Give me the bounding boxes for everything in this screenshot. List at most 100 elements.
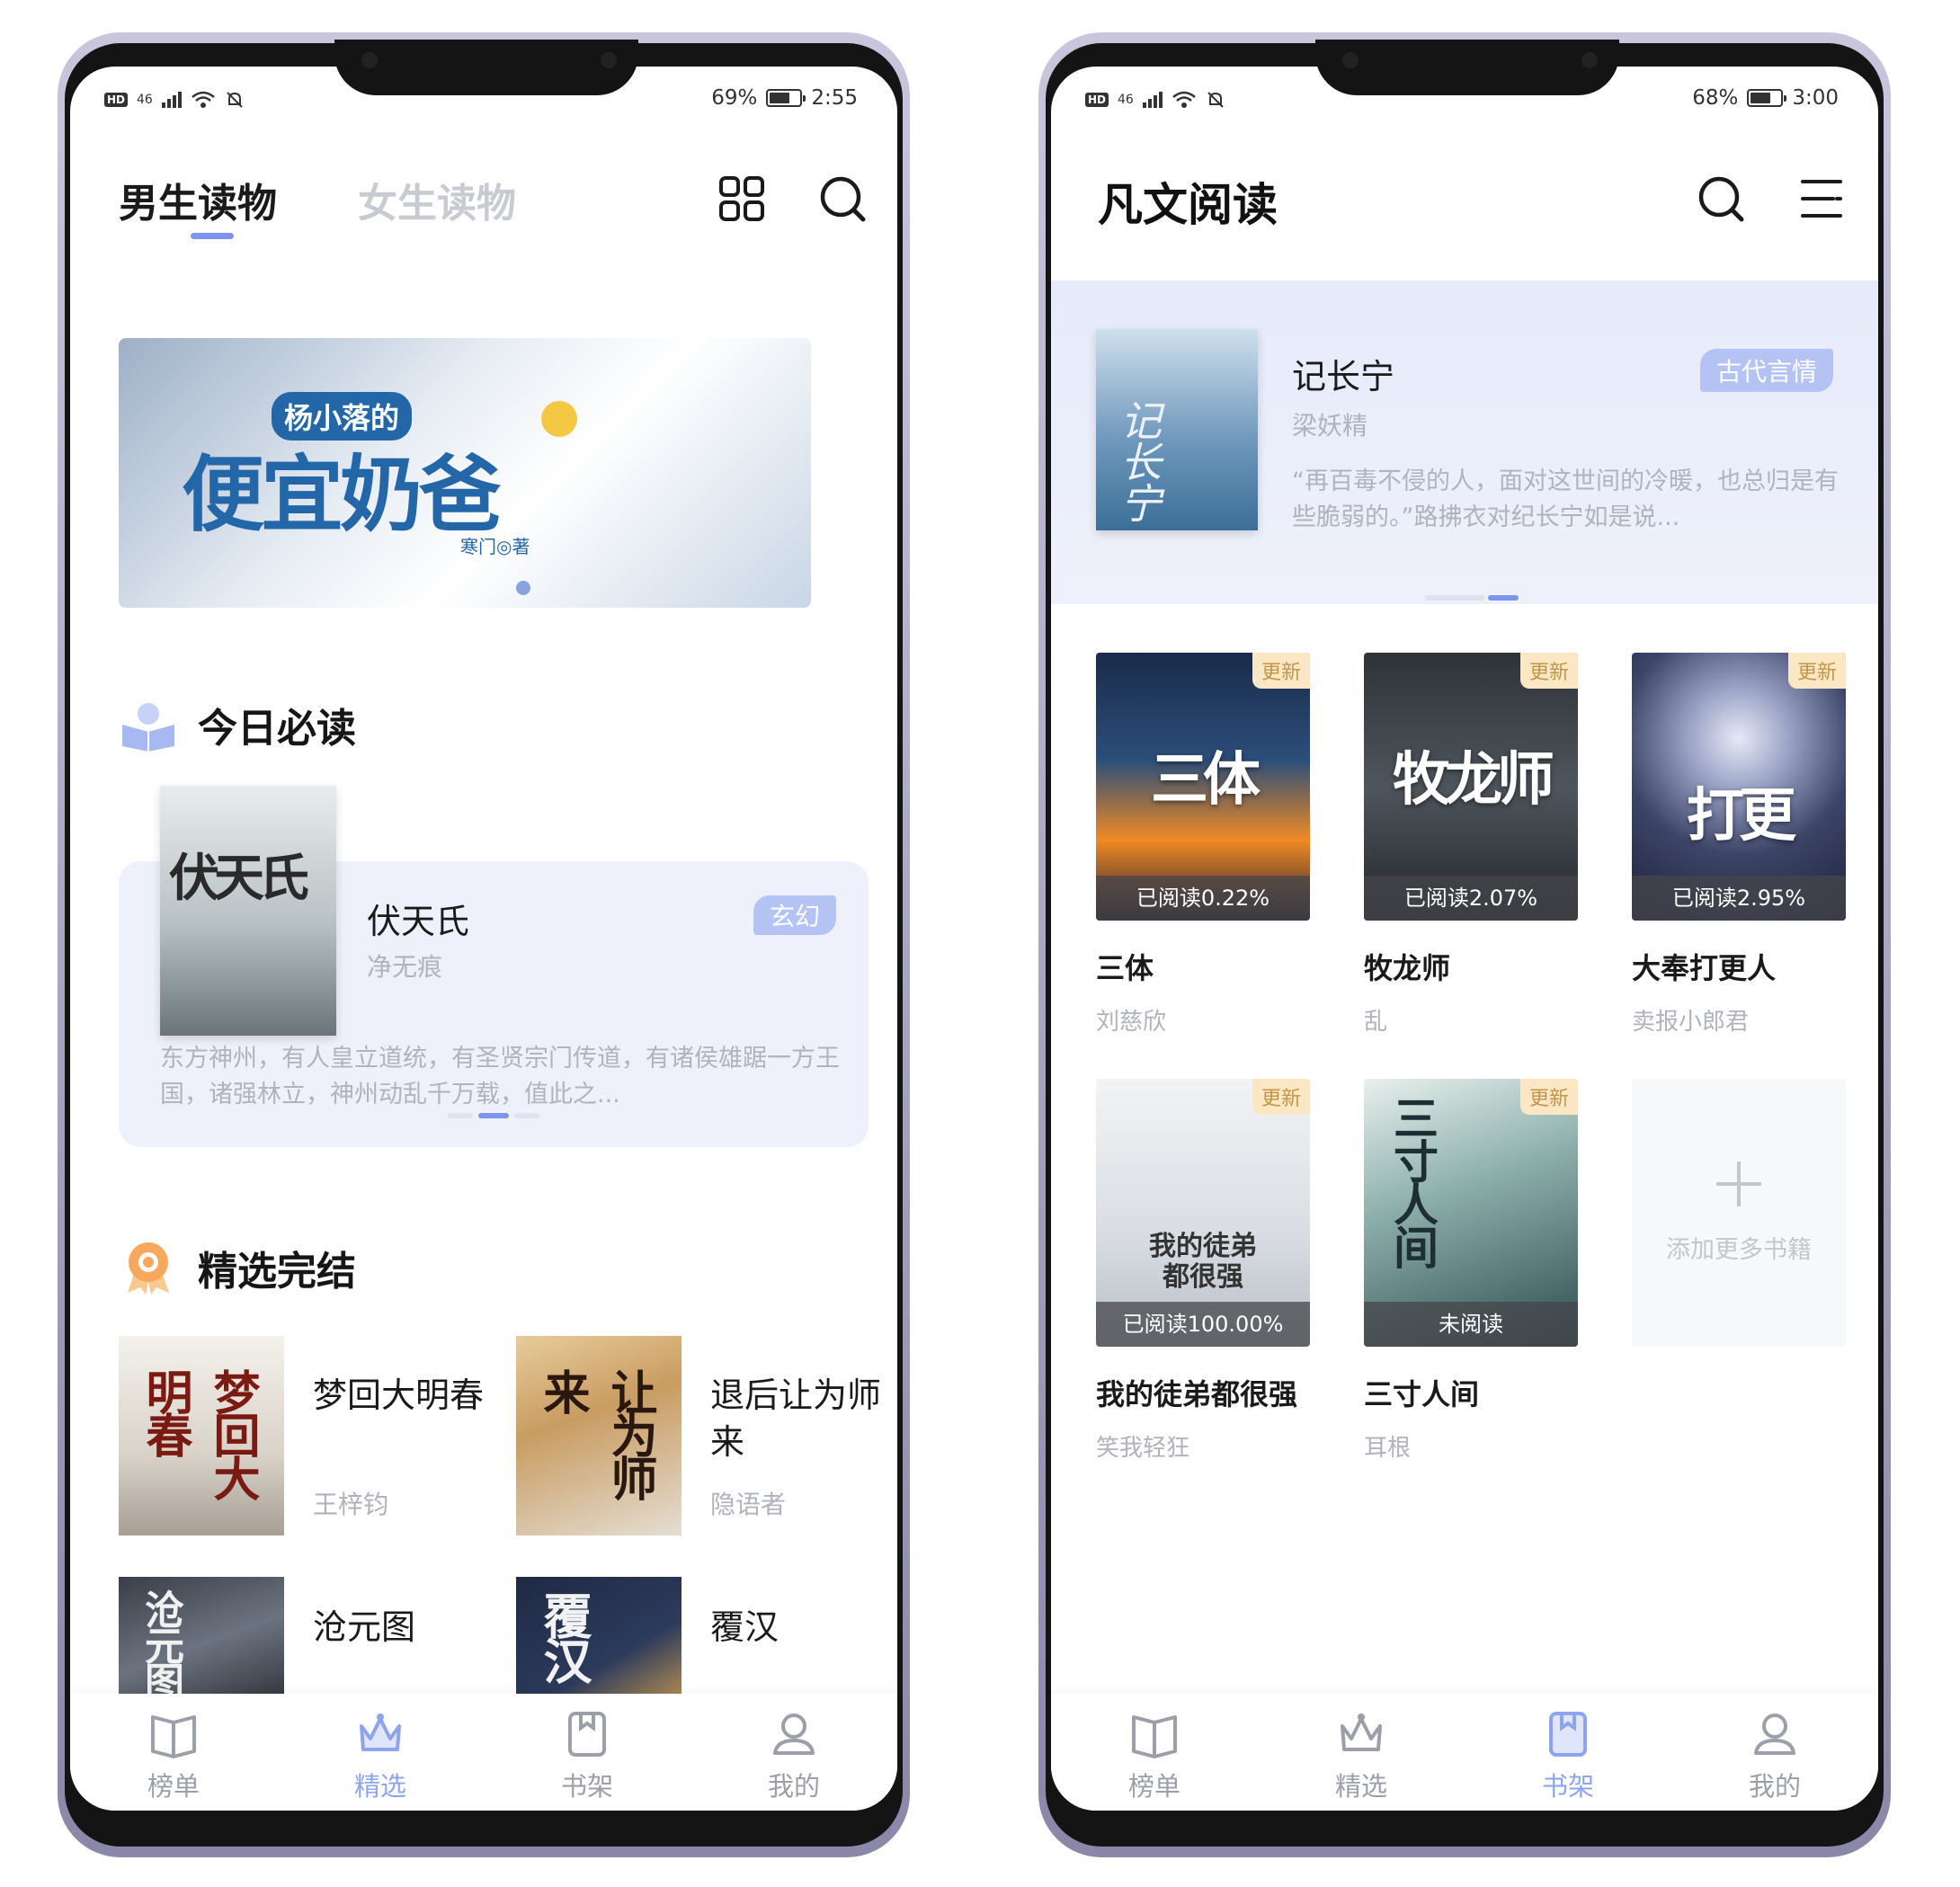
battery-icon: [1747, 89, 1787, 107]
hd-icon: HD: [1085, 93, 1109, 107]
bookshelf-icon: [568, 1712, 606, 1757]
update-badge: 更新: [1252, 1079, 1310, 1115]
nav-bookshelf[interactable]: 书架: [1501, 1694, 1635, 1811]
sun-decoration: [541, 401, 577, 437]
reading-book-icon: [122, 703, 174, 752]
book-title[interactable]: 三寸人间: [1364, 1372, 1580, 1413]
left-screen: HD 46 69% 2:55 男生读物 女生读物 杨小落的 便宜奶爸 寒门◎著 …: [70, 67, 897, 1811]
book-open-icon: [151, 1715, 196, 1758]
nav-rankings[interactable]: 榜单: [106, 1694, 241, 1811]
book-cover[interactable]: 记长宁: [1096, 329, 1258, 530]
book-cover[interactable]: 覆汉: [516, 1577, 682, 1712]
banner-author: 寒门◎著: [460, 536, 530, 557]
grid-icon[interactable]: [717, 174, 766, 223]
user-icon: [1754, 1713, 1795, 1755]
right-phone-frame: HD 46 68% 3:00 凡文阅读 记长宁 记长宁 梁妖精 古代言情 “再百…: [1038, 32, 1891, 1857]
bottom-nav: 榜单 精选 书架 我的: [70, 1694, 897, 1811]
cover-title: 打更: [1687, 782, 1796, 850]
book-open-icon: [1132, 1715, 1177, 1758]
crown-icon: [360, 1713, 401, 1751]
nav-profile[interactable]: 我的: [1707, 1694, 1842, 1811]
book-author: 乱: [1364, 1009, 1388, 1036]
clock: 3:00: [1792, 86, 1839, 110]
plus-icon: [1716, 1162, 1761, 1206]
cover-title: 伏天氏: [169, 849, 309, 908]
cover-title: 三寸人间: [1386, 1095, 1439, 1268]
carousel-dots: [448, 1113, 539, 1118]
nav-featured[interactable]: 精选: [313, 1694, 448, 1811]
book-title[interactable]: 沧元图: [313, 1604, 493, 1651]
book-title[interactable]: 记长宁: [1292, 349, 1394, 398]
nav-label: 书架: [560, 1771, 613, 1802]
nav-featured[interactable]: 精选: [1294, 1694, 1429, 1811]
finished-section-header: 精选完结: [119, 1239, 356, 1296]
book-cover[interactable]: 让为师来: [516, 1336, 682, 1535]
search-icon[interactable]: [1697, 174, 1745, 223]
network-label: 46: [137, 93, 153, 107]
promo-banner[interactable]: 杨小落的 便宜奶爸 寒门◎著: [119, 338, 811, 608]
shelf-book[interactable]: 打更 更新 已阅读2.95% 大奉打更人 卖报小郎君: [1632, 653, 1848, 1037]
book-cover[interactable]: 三体 更新 已阅读0.22%: [1096, 653, 1310, 921]
book-title[interactable]: 梦回大明春: [313, 1372, 493, 1419]
mute-bell-icon: [1207, 92, 1224, 108]
book-title[interactable]: 牧龙师: [1364, 946, 1580, 987]
signal-icon: [161, 92, 182, 108]
book-cover[interactable]: 牧龙师 更新 已阅读2.07%: [1364, 653, 1578, 921]
shelf-book[interactable]: 牧龙师 更新 已阅读2.07% 牧龙师 乱: [1364, 653, 1580, 1037]
book-title[interactable]: 退后让为师来: [710, 1372, 890, 1465]
book-title[interactable]: 我的徒弟都很强: [1096, 1372, 1312, 1413]
search-icon[interactable]: [818, 174, 867, 223]
shelf-book[interactable]: 我的徒弟都很强 更新 已阅读100.00% 我的徒弟都很强 笑我轻狂: [1096, 1079, 1312, 1463]
add-more-books-button[interactable]: 添加更多书籍: [1632, 1079, 1846, 1347]
list-item[interactable]: 梦回大明春 梦回大明春 王梓钧: [119, 1336, 496, 1543]
right-screen: HD 46 68% 3:00 凡文阅读 记长宁 记长宁 梁妖精 古代言情 “再百…: [1051, 67, 1878, 1811]
list-item[interactable]: 让为师来 退后让为师来 隐语者: [516, 1336, 894, 1543]
book-author: 笑我轻狂: [1096, 1435, 1190, 1462]
book-title[interactable]: 大奉打更人: [1632, 946, 1848, 987]
mute-bell-icon: [227, 92, 243, 108]
book-author: 耳根: [1364, 1435, 1412, 1462]
shelf-book[interactable]: 三寸人间 更新 未阅读 三寸人间 耳根: [1364, 1079, 1580, 1463]
wifi-icon: [192, 91, 215, 108]
book-cover[interactable]: 伏天氏: [160, 786, 336, 1036]
book-author: 净无痕: [367, 952, 443, 982]
cover-title: 记长宁: [1114, 399, 1163, 523]
phone-bezel: HD 46 69% 2:55 男生读物 女生读物 杨小落的 便宜奶爸 寒门◎著 …: [65, 40, 903, 1847]
nav-label: 榜单: [147, 1771, 200, 1802]
shelf-book[interactable]: 三体 更新 已阅读0.22% 三体 刘慈欣: [1096, 653, 1312, 1037]
banner-page-dot: [516, 581, 530, 595]
nav-bookshelf[interactable]: 书架: [520, 1694, 655, 1811]
book-author: 王梓钧: [313, 1490, 389, 1519]
nav-label: 我的: [767, 1771, 820, 1802]
cover-title: 让为师来: [535, 1368, 657, 1498]
nav-profile[interactable]: 我的: [726, 1694, 861, 1811]
tab-male-books[interactable]: 男生读物: [119, 171, 277, 228]
nav-label: 精选: [1334, 1771, 1387, 1802]
book-title[interactable]: 覆汉: [710, 1604, 890, 1651]
genre-tag: 玄幻: [753, 895, 837, 935]
menu-icon[interactable]: [1797, 174, 1846, 223]
book-cover[interactable]: 沧元图: [119, 1577, 284, 1712]
read-progress: 已阅读2.95%: [1632, 876, 1846, 921]
nav-rankings[interactable]: 榜单: [1087, 1694, 1222, 1811]
tab-female-books[interactable]: 女生读物: [358, 171, 516, 228]
section-title: 精选完结: [198, 1249, 356, 1295]
recommend-card[interactable]: 记长宁 记长宁 梁妖精 古代言情 “再百毒不侵的人，面对这世间的冷暖，也总归是有…: [1051, 280, 1878, 604]
app-title: 凡文阅读: [1098, 179, 1278, 231]
book-cover[interactable]: 三寸人间 更新 未阅读: [1364, 1079, 1578, 1347]
top-tab-bar: 男生读物 女生读物: [70, 147, 897, 255]
battery-icon: [766, 89, 806, 107]
book-title[interactable]: 三体: [1096, 946, 1312, 987]
book-title[interactable]: 伏天氏: [367, 894, 469, 943]
section-title: 今日必读: [198, 706, 356, 752]
genre-tag: 古代言情: [1699, 349, 1833, 392]
book-author: 隐语者: [710, 1490, 787, 1519]
book-cover[interactable]: 梦回大明春: [119, 1336, 284, 1535]
camera-notch: [1315, 40, 1619, 95]
read-progress: 已阅读0.22%: [1096, 876, 1310, 921]
book-cover[interactable]: 我的徒弟都很强 更新 已阅读100.00%: [1096, 1079, 1310, 1347]
update-badge: 更新: [1787, 653, 1846, 689]
battery-percent: 69%: [711, 86, 758, 110]
update-badge: 更新: [1519, 1079, 1578, 1115]
book-cover[interactable]: 打更 更新 已阅读2.95%: [1632, 653, 1846, 921]
